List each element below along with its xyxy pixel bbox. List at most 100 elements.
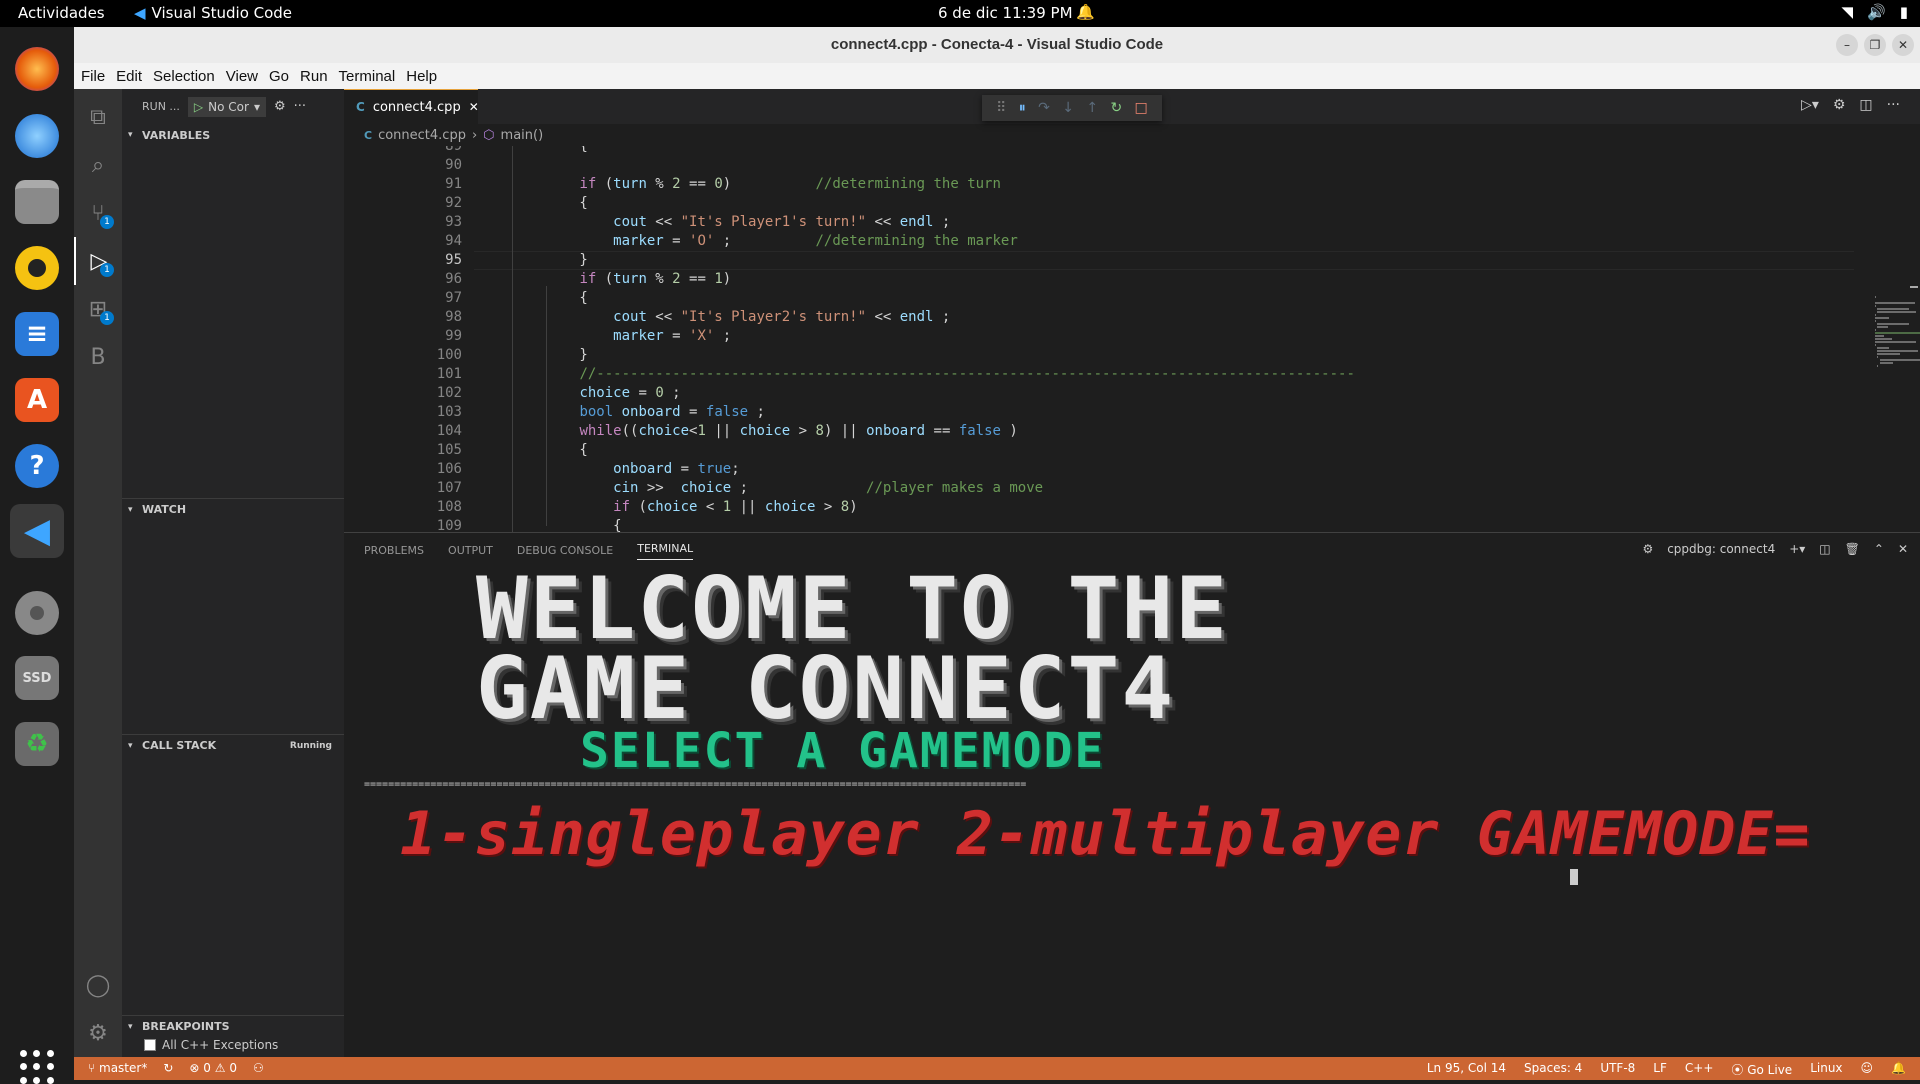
- code-line[interactable]: 92 {: [344, 194, 1854, 213]
- code-line[interactable]: 107 cin >> choice ; //player makes a mov…: [344, 479, 1854, 498]
- code-line[interactable]: 103 bool onboard = false ;: [344, 403, 1854, 422]
- code-line[interactable]: 106 onboard = true;: [344, 460, 1854, 479]
- menu-file[interactable]: File: [81, 68, 105, 85]
- encoding[interactable]: UTF-8: [1600, 1061, 1635, 1078]
- explorer-icon[interactable]: ⧉: [74, 93, 122, 141]
- code-line[interactable]: 95 }: [344, 251, 1854, 270]
- restart-icon[interactable]: ↻: [1110, 100, 1122, 116]
- files-icon[interactable]: [10, 175, 64, 229]
- debug-settings-gear-icon[interactable]: ⚙: [274, 99, 286, 114]
- breakpoints-section-header[interactable]: ▾ BREAKPOINTS: [122, 1015, 344, 1037]
- debug-config-select[interactable]: ▷ No Cor ▾: [187, 96, 266, 117]
- tab-connect4-cpp[interactable]: C connect4.cpp ✕: [344, 89, 479, 124]
- menu-selection[interactable]: Selection: [153, 68, 215, 85]
- b-extension-icon[interactable]: B: [74, 333, 122, 381]
- split-terminal-icon[interactable]: ◫: [1819, 542, 1830, 556]
- run-file-icon[interactable]: ▷▾: [1801, 97, 1819, 113]
- settings-gear-icon[interactable]: ⚙: [74, 1009, 122, 1057]
- thunderbird-icon[interactable]: [10, 109, 64, 163]
- search-icon[interactable]: ⌕: [74, 141, 122, 189]
- menu-run[interactable]: Run: [300, 68, 328, 85]
- cursor-position[interactable]: Ln 95, Col 14: [1427, 1061, 1506, 1078]
- show-apps-icon[interactable]: [20, 1050, 54, 1084]
- more-actions-icon[interactable]: ···: [294, 99, 306, 114]
- go-live-button[interactable]: ⦿ Go Live: [1731, 1061, 1792, 1078]
- disc-icon[interactable]: [10, 586, 64, 640]
- code-line[interactable]: 96 if (turn % 2 == 1): [344, 270, 1854, 289]
- vscode-icon[interactable]: ◀: [10, 504, 64, 558]
- tab-output[interactable]: OUTPUT: [448, 544, 493, 557]
- indentation[interactable]: Spaces: 4: [1524, 1061, 1582, 1078]
- step-into-icon[interactable]: ↓: [1062, 100, 1074, 116]
- terminal-name[interactable]: cppdbg: connect4: [1667, 542, 1775, 556]
- notifications-bell-icon[interactable]: 🔔: [1891, 1061, 1906, 1078]
- code-line[interactable]: 90: [344, 156, 1854, 175]
- libreoffice-writer-icon[interactable]: ≡: [10, 307, 64, 361]
- close-window-button[interactable]: ✕: [1892, 34, 1914, 56]
- all-exceptions-checkbox[interactable]: [144, 1039, 156, 1051]
- code-line[interactable]: 98 cout << "It's Player2's turn!" << end…: [344, 308, 1854, 327]
- code-line[interactable]: 99 marker = 'X' ;: [344, 327, 1854, 346]
- app-center-icon[interactable]: A: [10, 373, 64, 427]
- code-line[interactable]: 91 if (turn % 2 == 0) //determining the …: [344, 175, 1854, 194]
- debug-status-icon[interactable]: ⚇: [253, 1061, 264, 1075]
- run-debug-icon[interactable]: ▷ 1: [74, 237, 122, 285]
- trash-icon[interactable]: ♻: [10, 717, 64, 771]
- firefox-icon[interactable]: [10, 42, 64, 96]
- code-line[interactable]: 109 {: [344, 517, 1854, 532]
- start-debug-icon[interactable]: ▷: [194, 100, 203, 114]
- problems-indicator[interactable]: ⊗ 0 ⚠ 0: [189, 1061, 237, 1075]
- close-panel-icon[interactable]: ✕: [1898, 542, 1908, 556]
- minimize-button[interactable]: –: [1836, 34, 1858, 56]
- code-line[interactable]: 105 {: [344, 441, 1854, 460]
- activities-button[interactable]: Actividades: [18, 4, 105, 22]
- code-line[interactable]: 101 //----------------------------------…: [344, 365, 1854, 384]
- maximize-button[interactable]: ❐: [1864, 34, 1886, 56]
- new-terminal-icon[interactable]: +▾: [1789, 542, 1805, 556]
- sync-icon[interactable]: ↻: [163, 1061, 173, 1075]
- drag-handle-icon[interactable]: ⠿: [996, 100, 1006, 116]
- clock[interactable]: 6 de dic 11:39 PM: [938, 4, 1073, 22]
- maximize-panel-icon[interactable]: ⌃: [1874, 542, 1884, 556]
- editor-settings-icon[interactable]: ⚙: [1833, 97, 1846, 113]
- ssd-drive-icon[interactable]: SSD: [10, 651, 64, 705]
- code-line[interactable]: 94 marker = 'O' ; //determining the mark…: [344, 232, 1854, 251]
- close-tab-icon[interactable]: ✕: [469, 100, 479, 114]
- code-line[interactable]: 97 {: [344, 289, 1854, 308]
- source-control-icon[interactable]: ⑂ 1: [74, 189, 122, 237]
- kill-terminal-icon[interactable]: 🗑: [1845, 542, 1860, 556]
- extensions-icon[interactable]: ⊞ 1: [74, 285, 122, 333]
- breadcrumb-symbol[interactable]: main(): [501, 128, 544, 143]
- breadcrumb-file[interactable]: connect4.cpp: [378, 128, 466, 143]
- code-line[interactable]: 102 choice = 0 ;: [344, 384, 1854, 403]
- code-line[interactable]: 89 {: [344, 146, 1854, 156]
- terminal[interactable]: WELCOME TO THE GAME CONNECT4 SELECT A GA…: [364, 566, 1904, 1048]
- tab-debug-console[interactable]: DEBUG CONSOLE: [517, 544, 613, 557]
- code-line[interactable]: 93 cout << "It's Player1's turn!" << end…: [344, 213, 1854, 232]
- tab-problems[interactable]: PROBLEMS: [364, 544, 424, 557]
- menu-help[interactable]: Help: [406, 68, 437, 85]
- help-icon[interactable]: ?: [10, 439, 64, 493]
- code-editor[interactable]: 89 {90 91 if (turn % 2 == 0) //determinin…: [344, 146, 1854, 532]
- call-stack-section-header[interactable]: ▾ CALL STACK Running: [122, 734, 344, 756]
- app-menu[interactable]: ◀ Visual Studio Code: [134, 4, 292, 22]
- code-line[interactable]: 104 while((choice<1 || choice > 8) || on…: [344, 422, 1854, 441]
- editor-scrollbar[interactable]: [1904, 146, 1918, 532]
- tab-terminal[interactable]: TERMINAL: [637, 542, 694, 560]
- os-indicator[interactable]: Linux: [1810, 1061, 1842, 1078]
- more-editor-actions-icon[interactable]: ···: [1887, 97, 1900, 113]
- split-editor-icon[interactable]: ◫: [1859, 97, 1872, 113]
- step-over-icon[interactable]: ↷: [1038, 100, 1050, 116]
- branch-indicator[interactable]: ⑂ master*: [88, 1061, 147, 1075]
- menu-edit[interactable]: Edit: [116, 68, 142, 85]
- menu-go[interactable]: Go: [269, 68, 289, 85]
- variables-section-header[interactable]: ▾ VARIABLES: [122, 124, 344, 146]
- menu-view[interactable]: View: [226, 68, 258, 85]
- code-line[interactable]: 108 if (choice < 1 || choice > 8): [344, 498, 1854, 517]
- feedback-icon[interactable]: ☺: [1861, 1061, 1874, 1078]
- menu-terminal[interactable]: Terminal: [339, 68, 396, 85]
- code-line[interactable]: 100 }: [344, 346, 1854, 365]
- notification-bell-icon[interactable]: 🔔: [1076, 3, 1095, 21]
- watch-section-header[interactable]: ▾ WATCH: [122, 498, 344, 520]
- accounts-icon[interactable]: ◯: [74, 961, 122, 1009]
